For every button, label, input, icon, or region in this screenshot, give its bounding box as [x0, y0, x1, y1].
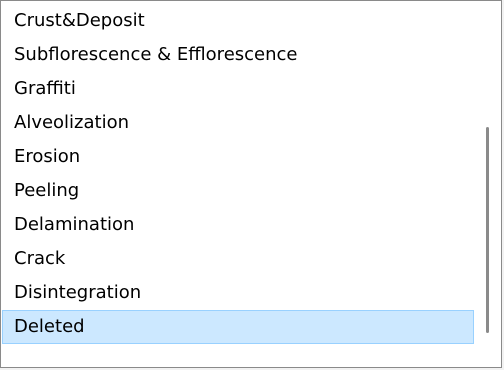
- list-item-graffiti[interactable]: Graffiti: [2, 72, 474, 106]
- list-item-crack[interactable]: Crack: [2, 242, 474, 276]
- list-item-crust-deposit[interactable]: Crust&Deposit: [2, 4, 474, 38]
- list-item-delamination[interactable]: Delamination: [2, 208, 474, 242]
- list-item-disintegration[interactable]: Disintegration: [2, 276, 474, 310]
- scrollbar-thumb[interactable]: [486, 127, 489, 333]
- option-list: Crust&Deposit Subflorescence & Effloresc…: [2, 4, 474, 344]
- vertical-scrollbar[interactable]: [475, 1, 501, 367]
- listbox[interactable]: Crust&Deposit Subflorescence & Effloresc…: [0, 0, 502, 368]
- list-item-deleted[interactable]: Deleted: [2, 310, 474, 344]
- list-item-peeling[interactable]: Peeling: [2, 174, 474, 208]
- list-item-erosion[interactable]: Erosion: [2, 140, 474, 174]
- list-item-alveolization[interactable]: Alveolization: [2, 106, 474, 140]
- list-item-subflorescence-efflorescence[interactable]: Subflorescence & Efflorescence: [2, 38, 474, 72]
